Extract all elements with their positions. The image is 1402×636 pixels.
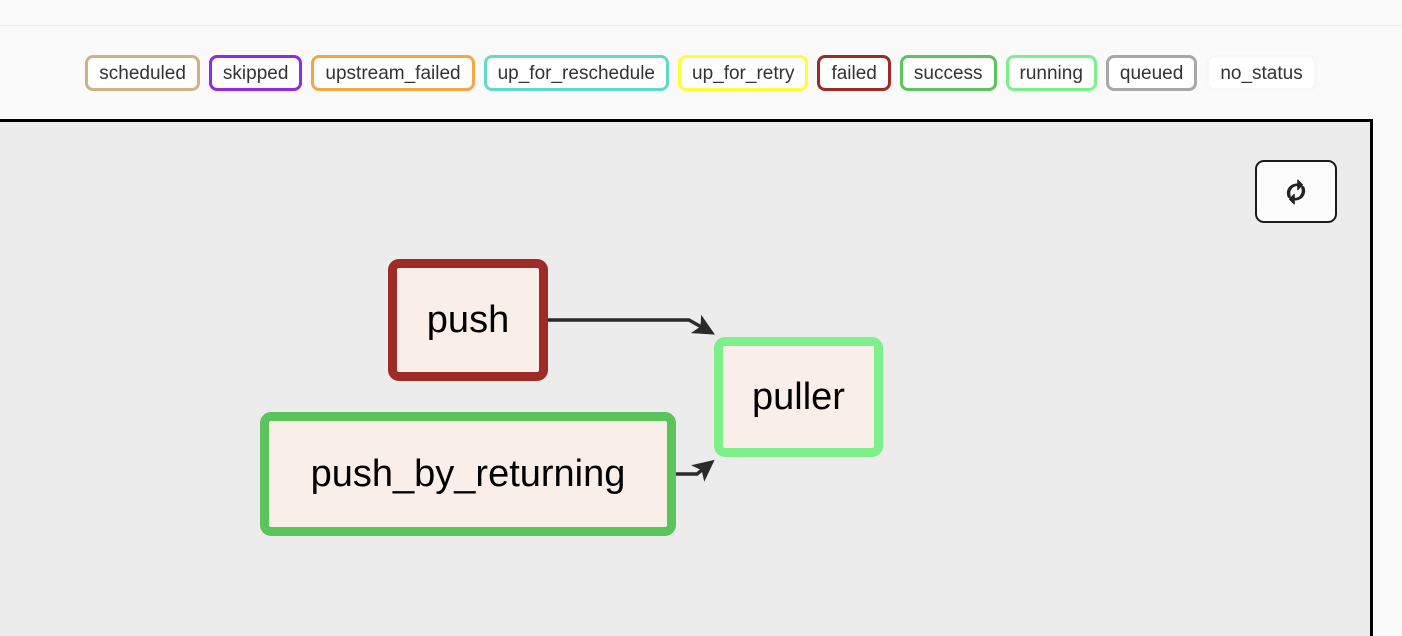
dag-node-push[interactable]: push <box>388 259 548 381</box>
legend-item-upstream-failed[interactable]: upstream_failed <box>311 55 475 91</box>
dag-node-label: push_by_returning <box>310 453 626 495</box>
legend-item-failed[interactable]: failed <box>817 55 891 91</box>
dag-node-puller[interactable]: puller <box>714 337 883 457</box>
legend-item-no-status[interactable]: no_status <box>1206 55 1317 91</box>
dag-edges <box>548 314 715 482</box>
top-strip <box>0 0 1402 26</box>
refresh-icon <box>1280 176 1312 208</box>
legend-item-scheduled[interactable]: scheduled <box>85 55 200 91</box>
task-status-legend: scheduled skipped upstream_failed up_for… <box>0 27 1402 119</box>
dag-graph-panel: push puller push_by_returning <box>0 119 1373 636</box>
edge-push-by-returning-to-puller <box>676 459 715 482</box>
edge-push-to-puller <box>548 314 715 335</box>
dag-node-label: puller <box>752 376 845 418</box>
refresh-button[interactable] <box>1255 160 1337 223</box>
legend-item-up-for-reschedule[interactable]: up_for_reschedule <box>483 55 669 91</box>
dag-node-label: push <box>426 299 510 341</box>
dag-node-push-by-returning[interactable]: push_by_returning <box>260 412 676 536</box>
legend-item-up-for-retry[interactable]: up_for_retry <box>678 55 809 91</box>
legend-item-queued[interactable]: queued <box>1105 55 1198 91</box>
legend-item-success[interactable]: success <box>899 55 997 91</box>
legend-item-skipped[interactable]: skipped <box>208 55 303 91</box>
legend-item-running[interactable]: running <box>1005 55 1097 91</box>
